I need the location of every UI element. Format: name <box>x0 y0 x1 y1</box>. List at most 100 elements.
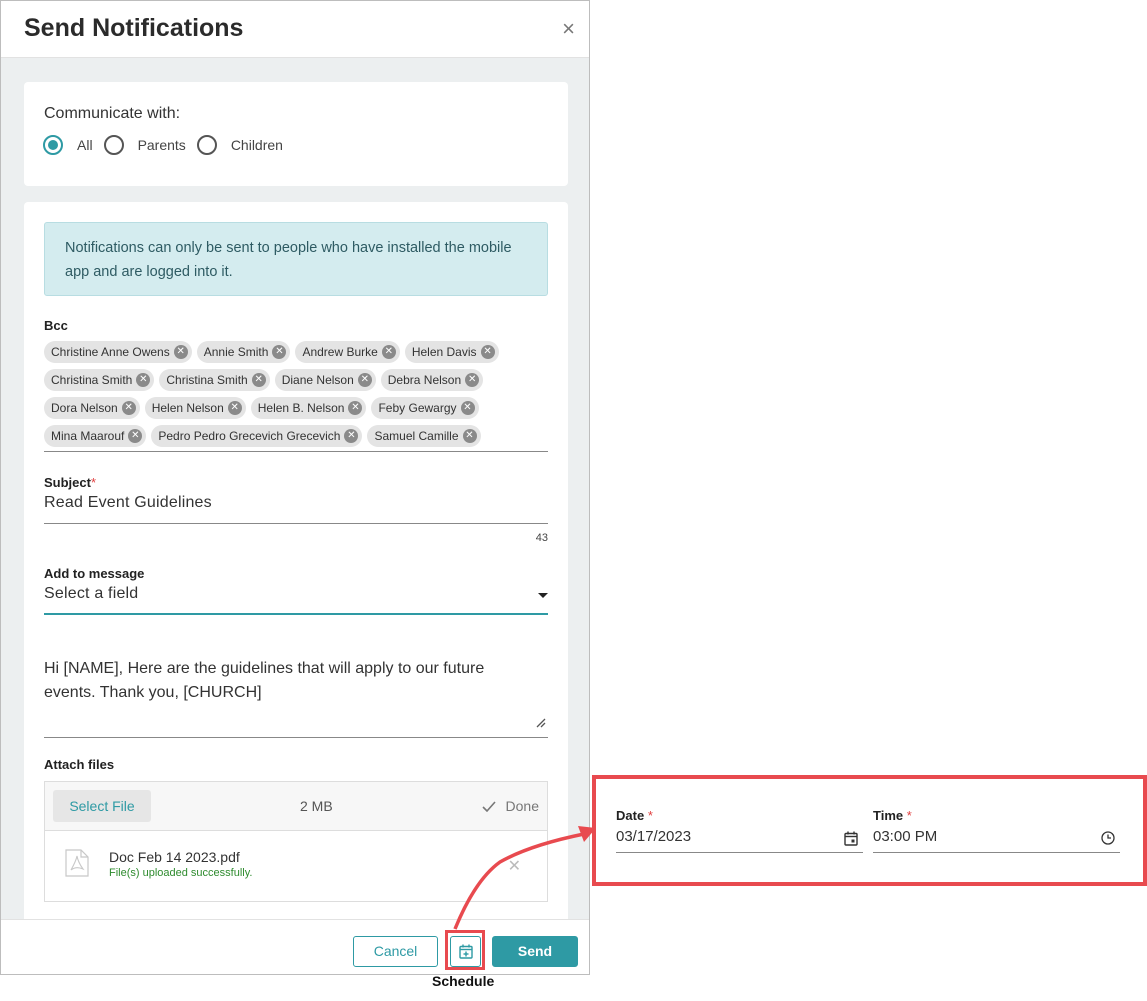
recipient-chip: Diane Nelson ✕ <box>274 369 376 391</box>
message-textarea[interactable]: Hi [NAME], Here are the guidelines that … <box>44 657 534 705</box>
recipient-chip-label: Annie Smith <box>203 345 269 359</box>
recipient-chip-label: Christina Smith <box>166 373 248 387</box>
dialog-header: Send Notifications × <box>1 1 589 58</box>
chevron-down-icon[interactable] <box>538 593 548 598</box>
recipient-chip: Dora Nelson ✕ <box>44 397 140 419</box>
bcc-chip-row: Dora Nelson ✕ Helen Nelson ✕ Helen B. Nelson… <box>44 397 548 419</box>
remove-chip-icon[interactable]: ✕ <box>121 401 136 415</box>
recipient-chip-label: Christina Smith <box>51 373 133 387</box>
add-to-message-select[interactable]: Select a field <box>44 585 138 603</box>
recipient-chip-label: Debra Nelson <box>387 373 462 387</box>
bcc-chip-row: Christine Anne Owens ✕ Annie Smith ✕ Andrew … <box>44 341 548 363</box>
remove-chip-icon[interactable]: ✕ <box>128 429 143 443</box>
time-underline <box>873 852 1120 853</box>
recipient-chip: Mina Maarouf ✕ <box>44 425 147 447</box>
send-notifications-dialog: Send Notifications × Communicate with: A… <box>0 0 590 975</box>
check-icon <box>482 798 506 814</box>
remove-chip-icon[interactable]: ✕ <box>357 373 372 387</box>
schedule-panel: Date * 03/17/2023 Time * 03:00 PM <box>592 775 1147 886</box>
send-button[interactable]: Send <box>492 936 578 967</box>
date-underline <box>616 852 863 853</box>
radio-parents[interactable] <box>103 135 124 155</box>
recipient-chip: Helen Davis ✕ <box>404 341 499 363</box>
radio-children-label: Children <box>230 137 283 153</box>
calendar-icon[interactable] <box>844 831 858 851</box>
close-icon[interactable]: × <box>562 15 575 43</box>
recipient-chip-label: Christine Anne Owens <box>51 345 170 359</box>
recipient-chip-label: Feby Gewargy <box>378 401 457 415</box>
done-status: Done <box>482 798 539 814</box>
remove-chip-icon[interactable]: ✕ <box>227 401 242 415</box>
recipient-chip-label: Helen Nelson <box>151 401 224 415</box>
cancel-button[interactable]: Cancel <box>353 936 438 967</box>
clock-icon[interactable] <box>1101 831 1115 850</box>
bcc-underline <box>44 451 548 452</box>
communicate-label: Communicate with: <box>44 105 181 122</box>
bcc-chip-row: Mina Maarouf ✕ Pedro Pedro Grecevich Grece… <box>44 425 548 447</box>
recipient-chip: Helen Nelson ✕ <box>144 397 246 419</box>
dialog-footer: Cancel Send <box>1 919 589 974</box>
uploaded-file-name: Doc Feb 14 2023.pdf <box>109 849 240 865</box>
date-input[interactable]: 03/17/2023 <box>616 828 691 845</box>
remove-chip-icon[interactable]: ✕ <box>460 401 475 415</box>
subject-underline <box>44 523 548 524</box>
remove-file-icon[interactable]: ✕ <box>508 856 521 876</box>
add-to-message-label: Add to message <box>44 566 145 581</box>
recipient-chip: Samuel Camille ✕ <box>367 425 481 447</box>
bcc-recipient-list: Christine Anne Owens ✕ Annie Smith ✕ Andrew … <box>44 341 548 453</box>
remove-chip-icon[interactable]: ✕ <box>136 373 151 387</box>
recipient-chip: Christine Anne Owens ✕ <box>44 341 192 363</box>
schedule-highlight-box <box>445 930 485 970</box>
date-label: Date * <box>616 808 653 823</box>
recipient-chip-label: Dora Nelson <box>51 401 118 415</box>
remove-chip-icon[interactable]: ✕ <box>251 373 266 387</box>
remove-chip-icon[interactable]: ✕ <box>480 345 495 359</box>
recipient-chip-label: Helen Davis <box>411 345 477 359</box>
schedule-caption: Schedule <box>432 973 495 989</box>
time-label: Time * <box>873 808 912 823</box>
subject-label: Subject* <box>44 475 97 490</box>
add-to-message-underline <box>44 613 548 615</box>
resize-handle-icon[interactable] <box>534 716 546 731</box>
upload-toolbar: Select File 2 MB Done <box>45 782 547 831</box>
select-file-button[interactable]: Select File <box>53 790 151 822</box>
info-alert: Notifications can only be sent to people… <box>44 222 548 296</box>
recipient-chip: Helen B. Nelson ✕ <box>250 397 367 419</box>
radio-parents-label: Parents <box>137 137 186 153</box>
radio-all[interactable] <box>43 135 63 155</box>
message-underline <box>44 737 548 738</box>
remove-chip-icon[interactable]: ✕ <box>344 429 359 443</box>
recipient-chip: Pedro Pedro Grecevich Grecevich ✕ <box>151 425 363 447</box>
recipient-chip-label: Diane Nelson <box>281 373 354 387</box>
recipient-chip-label: Samuel Camille <box>374 429 459 443</box>
remove-chip-icon[interactable]: ✕ <box>465 373 480 387</box>
recipient-chip-label: Helen B. Nelson <box>257 401 345 415</box>
recipient-chip-label: Mina Maarouf <box>51 429 125 443</box>
pdf-file-icon <box>65 849 89 877</box>
recipient-chip-label: Andrew Burke <box>302 345 378 359</box>
recipient-chip: Christina Smith ✕ <box>159 369 270 391</box>
attach-files-label: Attach files <box>44 757 115 772</box>
recipient-chip: Debra Nelson ✕ <box>380 369 484 391</box>
time-input[interactable]: 03:00 PM <box>873 828 937 845</box>
communicate-radio-group: All Parents Children <box>43 135 294 155</box>
subject-input[interactable]: Read Event Guidelines <box>44 494 212 512</box>
recipient-chip-label: Pedro Pedro Grecevich Grecevich <box>158 429 341 443</box>
dialog-title: Send Notifications <box>24 14 244 42</box>
remove-chip-icon[interactable]: ✕ <box>173 345 188 359</box>
recipient-chip: Christina Smith ✕ <box>44 369 155 391</box>
remove-chip-icon[interactable]: ✕ <box>462 429 477 443</box>
bcc-chip-row: Christina Smith ✕ Christina Smith ✕ Diane Ne… <box>44 369 548 391</box>
notification-form-card: Notifications can only be sent to people… <box>24 202 568 942</box>
remove-chip-icon[interactable]: ✕ <box>348 401 363 415</box>
remove-chip-icon[interactable]: ✕ <box>272 345 287 359</box>
max-size-label: 2 MB <box>300 798 333 814</box>
bcc-label: Bcc <box>44 318 68 333</box>
recipient-chip: Andrew Burke ✕ <box>295 341 400 363</box>
recipient-chip: Annie Smith ✕ <box>196 341 291 363</box>
file-upload-box: Select File 2 MB Done Doc Feb 14 2023.pd… <box>44 781 548 902</box>
remove-chip-icon[interactable]: ✕ <box>381 345 396 359</box>
subject-char-counter: 43 <box>535 532 548 544</box>
radio-children[interactable] <box>196 135 217 155</box>
recipient-chip: Feby Gewargy ✕ <box>371 397 479 419</box>
